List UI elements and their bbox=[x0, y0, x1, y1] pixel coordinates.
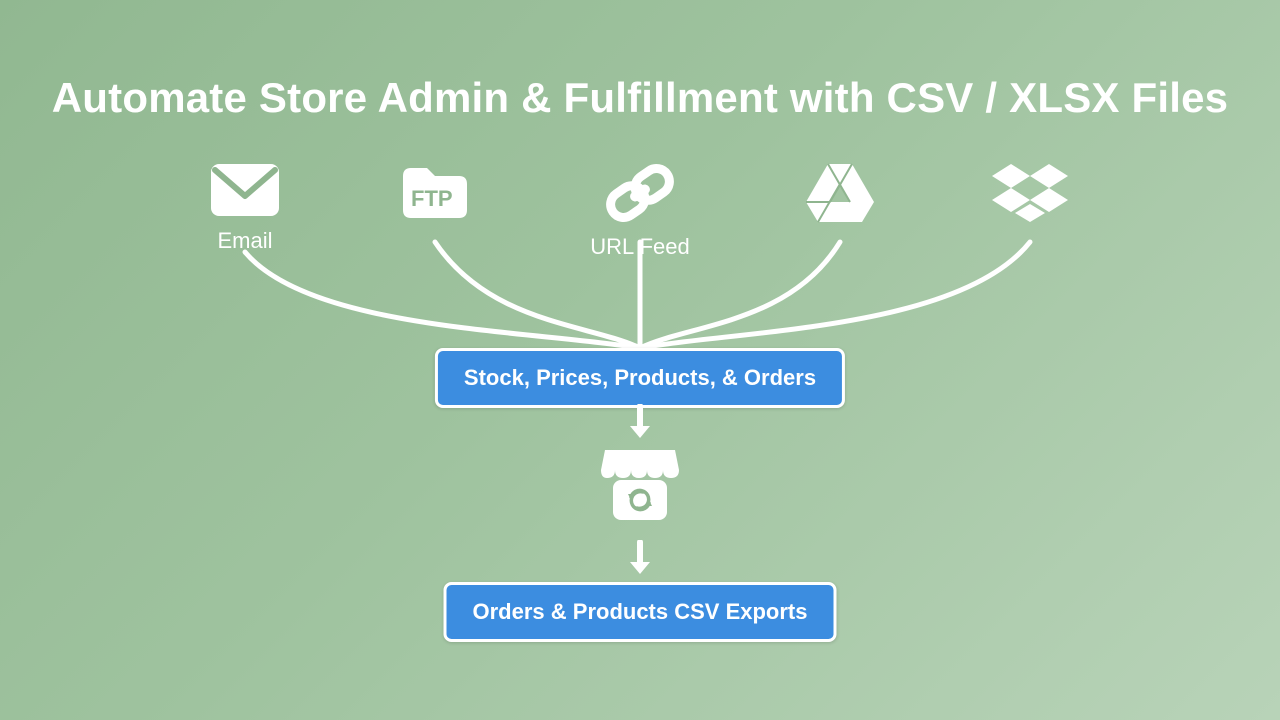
source-dropbox bbox=[970, 162, 1090, 224]
arrow-down-icon bbox=[626, 540, 654, 576]
diagram-stage: Automate Store Admin & Fulfillment with … bbox=[0, 0, 1280, 720]
source-gdrive bbox=[780, 162, 900, 224]
sources-row: Email FTP URL Feed bbox=[0, 162, 1280, 292]
imports-box: Stock, Prices, Products, & Orders bbox=[435, 348, 845, 408]
email-icon bbox=[209, 162, 281, 218]
page-title: Automate Store Admin & Fulfillment with … bbox=[0, 74, 1280, 122]
google-drive-icon bbox=[804, 162, 876, 224]
source-url: URL Feed bbox=[580, 162, 700, 260]
svg-text:FTP: FTP bbox=[411, 186, 453, 211]
storefront-sync-icon bbox=[597, 442, 683, 528]
source-url-label: URL Feed bbox=[580, 234, 700, 260]
link-icon bbox=[601, 162, 679, 224]
source-email: Email bbox=[185, 162, 305, 254]
exports-box: Orders & Products CSV Exports bbox=[444, 582, 837, 642]
folder-icon: FTP bbox=[399, 162, 471, 222]
source-email-label: Email bbox=[185, 228, 305, 254]
source-ftp: FTP bbox=[375, 162, 495, 222]
dropbox-icon bbox=[991, 162, 1069, 224]
arrow-down-icon bbox=[626, 404, 654, 440]
